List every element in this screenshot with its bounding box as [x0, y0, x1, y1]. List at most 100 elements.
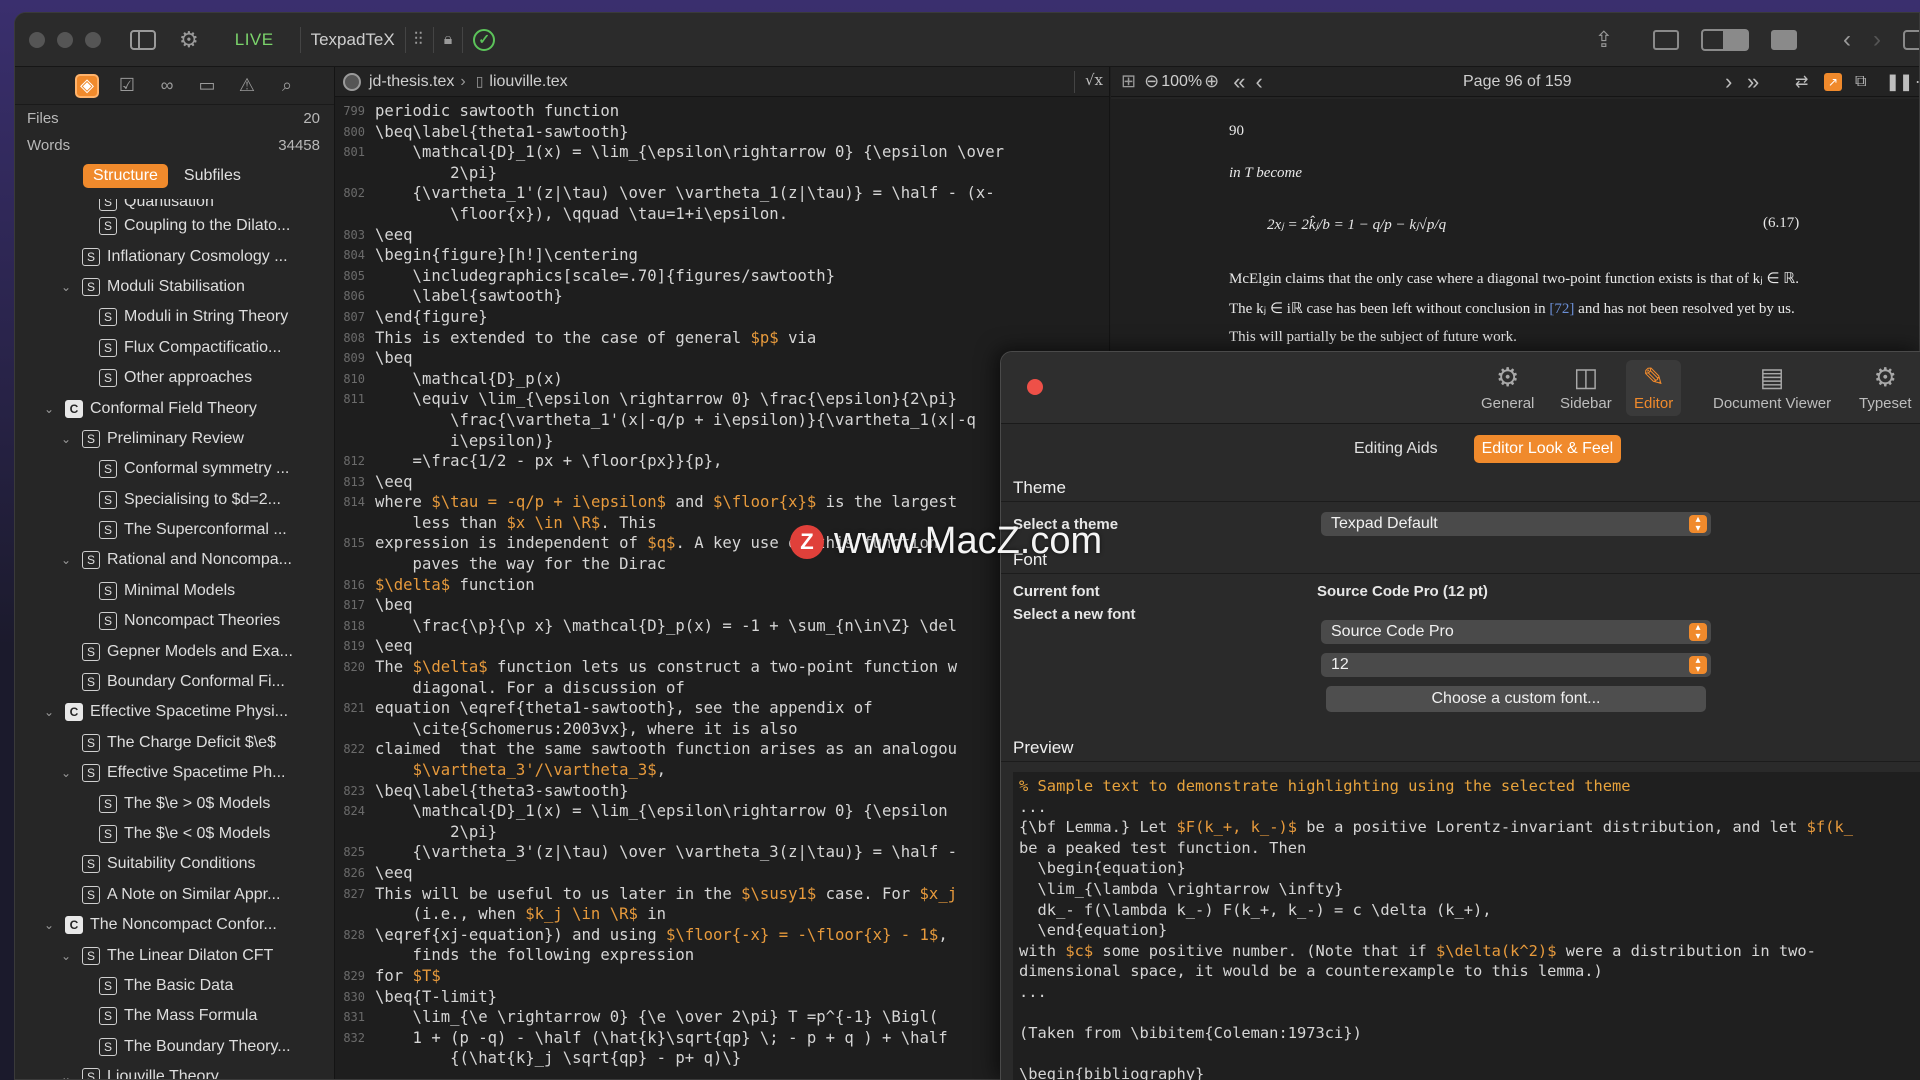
chevron-down-icon[interactable]: ⌄ [58, 1070, 74, 1079]
chevron-down-icon[interactable]: ⌄ [58, 280, 74, 294]
tree-item[interactable]: S The Boundary Theory... [15, 1032, 334, 1062]
tree-item[interactable]: S The Superconformal ... [15, 515, 334, 545]
tree-item[interactable]: S Specialising to $d=2... [15, 485, 334, 515]
chevron-down-icon[interactable]: ⌄ [58, 949, 74, 963]
subtab-editing-aids[interactable]: Editing Aids [1346, 435, 1446, 463]
breadcrumb-root[interactable]: jd-thesis.tex [369, 73, 454, 91]
tab-structure[interactable]: Structure [83, 164, 168, 188]
tree-item[interactable]: ⌄ S Liouville Theory [15, 1062, 334, 1079]
citation-link[interactable]: [72] [1549, 301, 1574, 317]
sync-icon[interactable]: ⇄ [1795, 72, 1808, 92]
share-icon[interactable]: ⇪ [1595, 27, 1613, 53]
first-page-icon[interactable]: « [1233, 69, 1245, 95]
tree-item[interactable]: ⌄ S Moduli Stabilisation [15, 272, 334, 302]
outline-icon[interactable]: ◈ [75, 73, 99, 98]
breadcrumb-current[interactable]: liouville.tex [489, 73, 567, 91]
typeset-ok-icon[interactable]: ✓ [473, 28, 496, 51]
line-number: 803 [343, 227, 365, 242]
back-icon[interactable]: ‹ [1843, 26, 1851, 54]
pause-icon[interactable]: ❚❚ [1886, 72, 1913, 92]
chevron-down-icon[interactable]: ⌄ [41, 402, 57, 416]
thumbnails-icon[interactable]: ⊞ [1121, 71, 1136, 92]
tree-item[interactable]: S Gepner Models and Exa... [15, 636, 334, 666]
chevron-down-icon[interactable]: ⌄ [58, 432, 74, 446]
font-size-select[interactable]: 12 ▴ ▾ [1321, 653, 1711, 677]
zoom-in-icon[interactable]: ⊕ [1204, 71, 1219, 92]
sliders-icon[interactable]: ⫶⫶ [414, 29, 423, 50]
tree-item[interactable]: S The Mass Formula [15, 1001, 334, 1031]
zoom-out-icon[interactable]: ⊖ [1144, 71, 1159, 92]
pref-tab-general[interactable]: ⚙ General [1481, 360, 1534, 416]
layout-split-icon[interactable] [1701, 29, 1749, 51]
search-icon[interactable]: ⌕ [275, 74, 299, 98]
zoom-window-button[interactable] [85, 31, 101, 48]
tree-item[interactable]: ⌄ C The Noncompact Confor... [15, 910, 334, 940]
tree-item[interactable]: S The $\e > 0$ Models [15, 788, 334, 818]
tree-item[interactable]: S Noncompact Theories [15, 606, 334, 636]
windows-icon[interactable]: ⧉ [1855, 73, 1866, 91]
tree-item[interactable]: S Conformal symmetry ... [15, 454, 334, 484]
gear-icon: ⚙ [1496, 362, 1520, 392]
tree-item[interactable]: ⌄ S The Linear Dilaton CFT [15, 940, 334, 970]
inspector-icon[interactable] [1903, 30, 1919, 50]
minimize-window-button[interactable] [57, 31, 73, 48]
prev-page-icon[interactable]: ‹ [1255, 69, 1262, 95]
tree-item[interactable]: S Minimal Models [15, 576, 334, 606]
last-page-icon[interactable]: » [1747, 69, 1759, 95]
tree-item[interactable]: ⌄ S Effective Spacetime Ph... [15, 758, 334, 788]
tree-item[interactable]: ⌄ C Conformal Field Theory [15, 393, 334, 423]
layout-single-icon[interactable] [1653, 30, 1679, 50]
font-family-select[interactable]: Source Code Pro ▴ ▾ [1321, 620, 1711, 644]
next-page-icon[interactable]: › [1725, 69, 1732, 95]
code-text-area[interactable]: 799 periodic sawtooth function 800 \beq\lab… [335, 101, 1109, 1079]
tree-item[interactable]: S Coupling to the Dilato... [15, 211, 334, 241]
typesetter-selector[interactable]: TexpadTeX [311, 30, 395, 50]
subtab-editor-look-feel[interactable]: Editor Look & Feel [1473, 435, 1622, 463]
chevron-down-icon[interactable]: ⌄ [58, 766, 74, 780]
more-icon[interactable]: ⋯ [1915, 72, 1919, 92]
folder-icon[interactable]: ▭ [195, 74, 219, 98]
tree-item[interactable]: S The Basic Data [15, 971, 334, 1001]
zoom-level[interactable]: 100% [1161, 73, 1202, 91]
math-preview-button[interactable]: √x [1073, 71, 1103, 93]
tree-item[interactable]: ⌄ C Effective Spacetime Physi... [15, 697, 334, 727]
forward-icon[interactable]: › [1873, 26, 1881, 54]
links-icon[interactable]: ∞ [155, 74, 179, 98]
chevron-down-icon[interactable]: ⌄ [41, 705, 57, 719]
tree-item[interactable]: S Quantisation [15, 199, 334, 211]
code-text: periodic sawtooth function [375, 102, 620, 120]
tree-item[interactable]: S Inflationary Cosmology ... [15, 241, 334, 271]
tab-subfiles[interactable]: Subfiles [174, 164, 251, 188]
tree-item[interactable]: S Boundary Conformal Fi... [15, 667, 334, 697]
pref-tab-typeset[interactable]: ⚙ Typeset [1859, 360, 1912, 416]
tree-item[interactable]: ⌄ S Preliminary Review [15, 424, 334, 454]
sidebar-toggle-icon[interactable] [129, 29, 157, 50]
tree-item[interactable]: S The Charge Deficit $\e$ [15, 728, 334, 758]
theme-select[interactable]: Texpad Default ▴ ▾ [1321, 512, 1711, 536]
tree-item[interactable]: S Suitability Conditions [15, 849, 334, 879]
close-window-button[interactable] [29, 31, 45, 48]
close-preferences-button[interactable] [1027, 379, 1043, 395]
layout-viewer-icon[interactable] [1771, 30, 1797, 50]
chevron-down-icon[interactable]: ⌄ [41, 918, 57, 932]
todo-icon[interactable]: ☑ [115, 74, 139, 98]
tree-item[interactable]: S Other approaches [15, 363, 334, 393]
open-external-icon[interactable]: ↗ [1824, 72, 1842, 91]
live-indicator[interactable]: LIVE [235, 30, 274, 50]
tree-item[interactable]: S Moduli in String Theory [15, 302, 334, 332]
settings-gears-icon[interactable]: ⚙ [179, 27, 199, 53]
choose-custom-font-button[interactable]: Choose a custom font... [1326, 686, 1706, 712]
tree-item[interactable]: ⌄ S Rational and Noncompa... [15, 545, 334, 575]
lock-icon[interactable]: 🔒︎ [444, 31, 453, 49]
code-text: \beq [375, 349, 413, 368]
preferences-toolbar: ⚙ General ◫ Sidebar ✎ Editor ▤ Document … [1001, 352, 1920, 424]
pref-tab-document-viewer[interactable]: ▤ Document Viewer [1713, 360, 1831, 416]
tree-item[interactable]: S Flux Compactificatio... [15, 333, 334, 363]
pref-tab-editor[interactable]: ✎ Editor [1626, 360, 1682, 416]
tree-item[interactable]: S The $\e < 0$ Models [15, 819, 334, 849]
code-line: 805 \includegraphics[scale=.70]{figures/… [335, 266, 1109, 287]
tree-item[interactable]: S A Note on Similar Appr... [15, 880, 334, 910]
chevron-down-icon[interactable]: ⌄ [58, 553, 74, 567]
warning-icon[interactable]: ⚠ [235, 74, 259, 98]
pref-tab-sidebar[interactable]: ◫ Sidebar [1560, 360, 1612, 416]
